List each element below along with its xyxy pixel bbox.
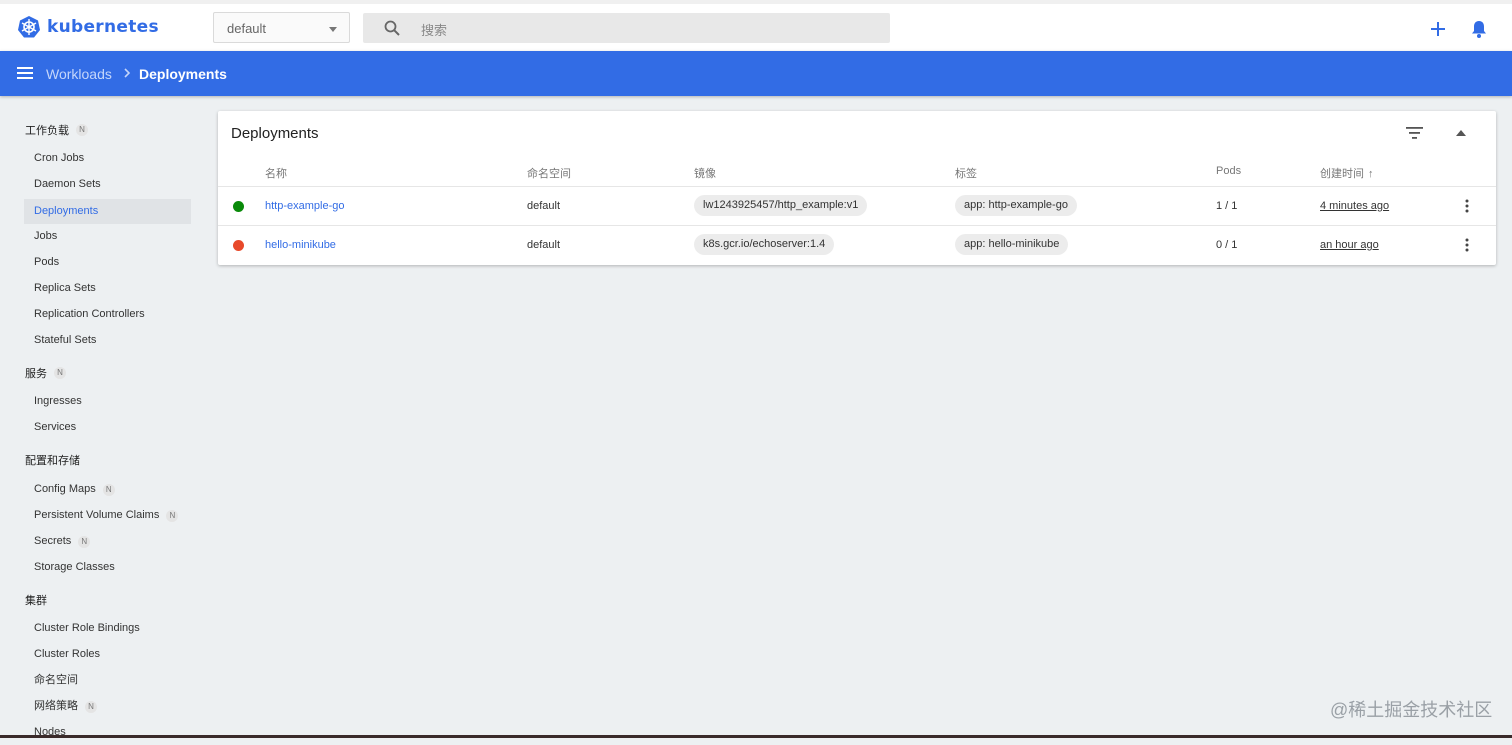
status-dot-icon — [233, 240, 244, 251]
sidebar-item-label: 网络策略 — [34, 700, 78, 712]
menu-icon[interactable] — [17, 66, 33, 80]
app-logo[interactable]: kubernetes — [17, 15, 159, 39]
created-time-cell[interactable]: an hour ago — [1320, 239, 1379, 251]
sidebar-item-replication-controllers[interactable]: Replication Controllers — [24, 302, 191, 327]
sidebar-section-cluster[interactable]: 集群 — [25, 592, 47, 608]
sidebar-item-storage-classes[interactable]: Storage Classes — [24, 555, 191, 580]
sidebar-item-pods[interactable]: Pods — [24, 250, 191, 275]
column-header-labels[interactable]: 标签 — [955, 165, 977, 181]
namespace-cell: default — [527, 200, 561, 212]
column-header-label: 创建时间 — [1320, 168, 1364, 180]
dropdown-caret-icon — [329, 27, 337, 32]
table-row: hello-minikube default k8s.gcr.io/echose… — [218, 225, 1496, 264]
breadcrumb-workloads-link[interactable]: Workloads — [46, 66, 112, 82]
sidebar-item-daemon-sets[interactable]: Daemon Sets — [24, 172, 191, 197]
sidebar-item-persistent-volume-claims[interactable]: Persistent Volume Claims N — [24, 503, 191, 528]
pods-cell: 1 / 1 — [1216, 200, 1238, 212]
search-input[interactable]: 搜索 — [363, 13, 890, 43]
sort-arrow-up-icon: ↑ — [1368, 168, 1374, 180]
deployment-name-link[interactable]: hello-minikube — [265, 239, 336, 251]
sidebar-item-nodes[interactable]: Nodes — [24, 720, 191, 745]
deployments-card: Deployments 名称 命名空间 镜像 标签 Pods 创建时间 ↑ htt… — [218, 111, 1496, 265]
sidebar-item-secrets[interactable]: Secrets N — [24, 529, 191, 554]
sidebar-item-jobs[interactable]: Jobs — [24, 224, 191, 249]
sidebar-section-config-storage[interactable]: 配置和存储 — [25, 452, 80, 468]
search-icon — [384, 20, 400, 36]
collapse-arrow-icon[interactable] — [1456, 130, 1466, 136]
status-dot-icon — [233, 201, 244, 212]
sidebar-item-ingresses[interactable]: Ingresses — [24, 389, 191, 414]
search-placeholder: 搜索 — [421, 23, 448, 38]
sidebar-section-label: 工作负载 — [25, 125, 69, 137]
sidebar-item-stateful-sets[interactable]: Stateful Sets — [24, 328, 191, 353]
sidebar-item-deployments[interactable]: Deployments — [24, 199, 191, 224]
sidebar-item-label: Persistent Volume Claims — [34, 509, 160, 521]
column-header-created[interactable]: 创建时间 ↑ — [1320, 165, 1374, 181]
watermark: @稀土掘金技术社区 — [1330, 700, 1493, 720]
column-header-name[interactable]: 名称 — [265, 165, 287, 181]
card-title: Deployments — [231, 125, 319, 142]
sidebar: 工作负载 N Cron Jobs Daemon Sets Deployments… — [0, 96, 205, 738]
label-chip: app: hello-minikube — [955, 234, 1069, 255]
column-header-namespace[interactable]: 命名空间 — [527, 165, 571, 181]
sidebar-item-label: Config Maps — [34, 483, 96, 495]
table-row: http-example-go default lw1243925457/htt… — [218, 186, 1496, 225]
sidebar-item-config-maps[interactable]: Config Maps N — [24, 477, 191, 502]
created-time-cell[interactable]: 4 minutes ago — [1320, 200, 1389, 212]
top-bar: kubernetes default 搜索 — [0, 0, 1512, 51]
create-plus-icon[interactable] — [1429, 20, 1447, 38]
pods-cell: 0 / 1 — [1216, 239, 1238, 251]
namespace-select-value: default — [227, 21, 267, 36]
chevron-right-icon — [124, 68, 131, 78]
more-vert-icon[interactable] — [1465, 199, 1469, 213]
breadcrumb-current: Deployments — [139, 66, 227, 82]
sidebar-item-replica-sets[interactable]: Replica Sets — [24, 276, 191, 301]
sidebar-section-label: 配置和存储 — [25, 455, 80, 467]
sidebar-item-cluster-roles[interactable]: Cluster Roles — [24, 642, 191, 667]
deployment-name-link[interactable]: http-example-go — [265, 200, 345, 212]
kubernetes-logo-icon — [18, 16, 40, 38]
column-header-pods[interactable]: Pods — [1216, 165, 1241, 177]
image-chip: lw1243925457/http_example:v1 — [694, 195, 868, 216]
more-vert-icon[interactable] — [1465, 238, 1469, 252]
namespaced-badge: N — [85, 700, 97, 713]
namespaced-badge: N — [102, 483, 115, 496]
filter-icon[interactable] — [1406, 126, 1423, 140]
notification-bell-icon[interactable] — [1470, 19, 1488, 39]
sidebar-item-label: Secrets — [34, 535, 72, 547]
image-chip: k8s.gcr.io/echoserver:1.4 — [694, 234, 835, 255]
sidebar-section-services[interactable]: 服务 N — [25, 365, 66, 381]
namespace-cell: default — [527, 239, 561, 251]
sidebar-section-label: 集群 — [25, 595, 47, 607]
sidebar-item-cron-jobs[interactable]: Cron Jobs — [24, 146, 191, 171]
sidebar-item-cluster-role-bindings[interactable]: Cluster Role Bindings — [24, 616, 191, 641]
sidebar-section-label: 服务 — [25, 368, 47, 380]
namespaced-badge: N — [166, 509, 179, 522]
sidebar-item-namespaces[interactable]: 命名空间 — [24, 668, 191, 693]
app-name: kubernetes — [47, 17, 159, 37]
label-chip: app: http-example-go — [955, 195, 1077, 216]
namespaced-badge: N — [76, 124, 88, 136]
namespaced-badge: N — [78, 535, 91, 548]
namespaced-badge: N — [54, 367, 66, 379]
breadcrumb-bar: Workloads Deployments — [0, 51, 1512, 96]
namespace-select[interactable]: default — [213, 12, 350, 43]
column-header-image[interactable]: 镜像 — [694, 165, 716, 181]
sidebar-item-network-policies[interactable]: 网络策略 N — [24, 694, 191, 719]
sidebar-item-services[interactable]: Services — [24, 415, 191, 440]
sidebar-section-workloads[interactable]: 工作负载 N — [25, 122, 88, 138]
